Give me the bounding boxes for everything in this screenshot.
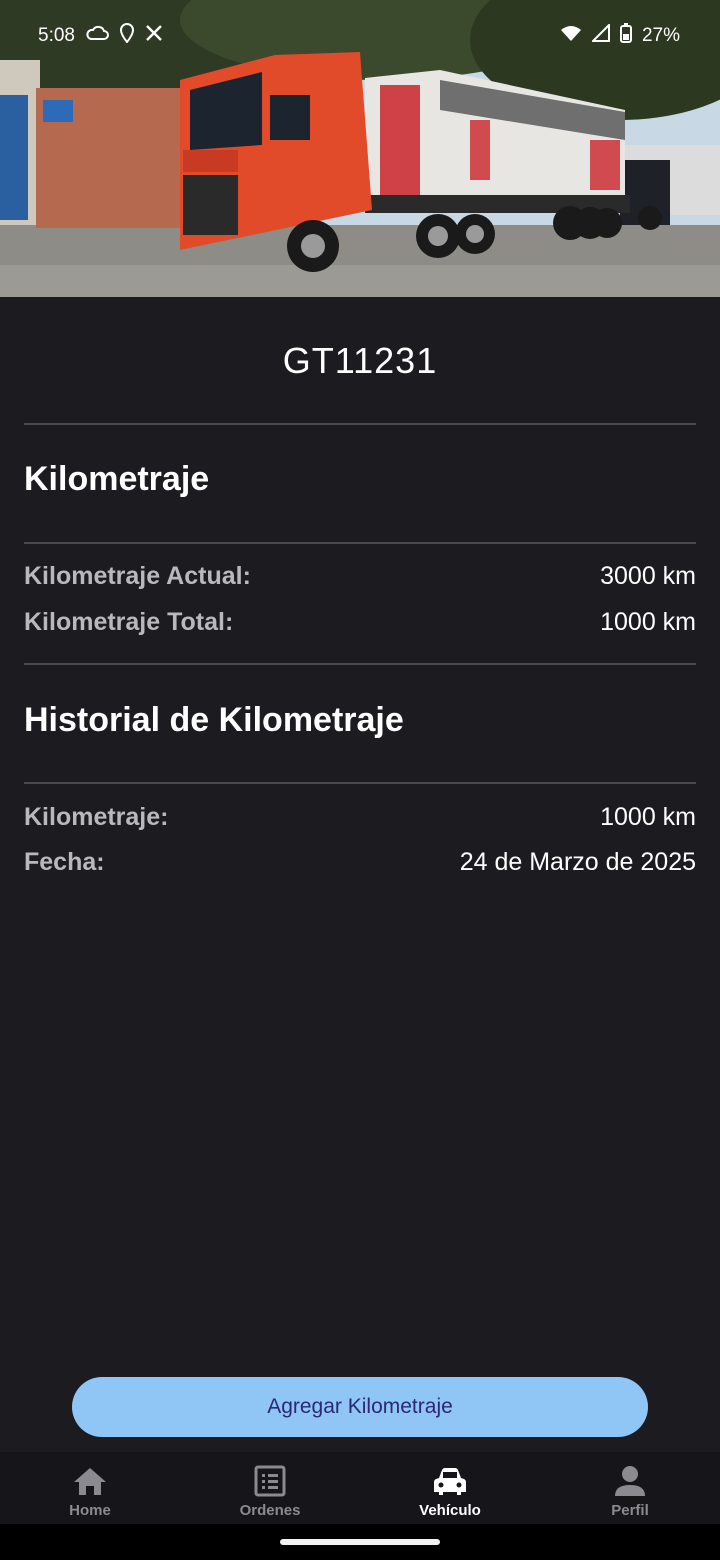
car-icon	[431, 1464, 469, 1498]
nav-label-home: Home	[69, 1502, 111, 1519]
total-mileage-label: Kilometraje Total:	[24, 608, 234, 636]
x-app-icon	[145, 24, 163, 48]
location-icon	[119, 22, 135, 49]
divider	[24, 782, 696, 784]
nav-item-vehiculo[interactable]: Vehículo	[360, 1452, 540, 1524]
history-date-value: 24 de Marzo de 2025	[459, 848, 696, 876]
home-icon	[71, 1464, 109, 1498]
cell-signal-icon	[590, 22, 610, 48]
history-km-value: 1000 km	[600, 803, 696, 831]
nav-label-vehiculo: Vehículo	[419, 1502, 481, 1519]
nav-label-perfil: Perfil	[611, 1502, 649, 1519]
vehicle-screen: 5:08 27% GT11231 Kilometraje Kilometraje…	[0, 0, 720, 1560]
battery-percent: 27%	[641, 25, 680, 46]
nav-item-ordenes[interactable]: Ordenes	[180, 1452, 360, 1524]
current-mileage-label: Kilometraje Actual:	[24, 562, 251, 590]
divider	[24, 423, 696, 425]
mileage-heading: Kilometraje	[24, 460, 210, 498]
status-time: 5:08	[38, 25, 75, 46]
cloud-icon	[85, 25, 109, 47]
nav-item-perfil[interactable]: Perfil	[540, 1452, 720, 1524]
bottom-nav: Home Ordenes Vehículo Perfil	[0, 1452, 720, 1524]
nav-label-ordenes: Ordenes	[239, 1502, 301, 1519]
history-date-row: Fecha: 24 de Marzo de 2025	[24, 848, 696, 877]
battery-icon	[619, 23, 632, 49]
nav-item-home[interactable]: Home	[0, 1452, 180, 1524]
wifi-icon	[560, 24, 582, 48]
current-mileage-value: 3000 km	[600, 562, 696, 590]
divider	[24, 542, 696, 544]
history-km-row: Kilometraje: 1000 km	[24, 803, 696, 832]
total-mileage-value: 1000 km	[600, 608, 696, 636]
history-heading: Historial de Kilometraje	[24, 701, 404, 739]
vehicle-plate: GT11231	[282, 340, 438, 381]
gesture-handle[interactable]	[280, 1539, 440, 1545]
status-bar: 5:08 27%	[0, 0, 720, 72]
divider	[24, 663, 696, 665]
list-icon	[251, 1464, 289, 1498]
person-icon	[611, 1464, 649, 1498]
add-mileage-button[interactable]: Agregar Kilometraje	[72, 1377, 648, 1437]
history-date-label: Fecha:	[24, 848, 105, 876]
total-mileage-row: Kilometraje Total: 1000 km	[24, 608, 696, 637]
current-mileage-row: Kilometraje Actual: 3000 km	[24, 562, 696, 591]
history-km-label: Kilometraje:	[24, 803, 169, 831]
